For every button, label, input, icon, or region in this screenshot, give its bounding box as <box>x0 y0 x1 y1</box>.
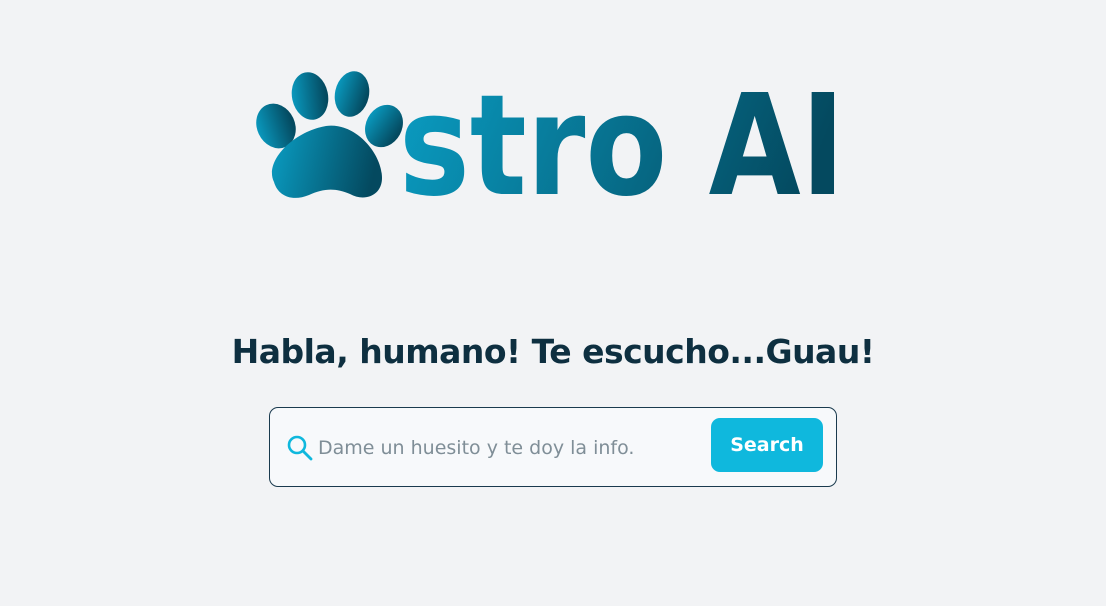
logo-text: stro AI <box>399 70 845 205</box>
logo: stro AI <box>256 70 845 205</box>
search-input[interactable] <box>318 428 698 468</box>
page-heading: Habla, humano! Te escucho...Guau! <box>231 332 875 371</box>
page: stro AI Habla, humano! Te escucho...Guau… <box>0 0 1106 606</box>
paw-icon <box>256 71 403 198</box>
search-button[interactable]: Search <box>711 418 823 472</box>
search-icon <box>287 435 313 461</box>
search-bar: Search <box>269 407 837 487</box>
